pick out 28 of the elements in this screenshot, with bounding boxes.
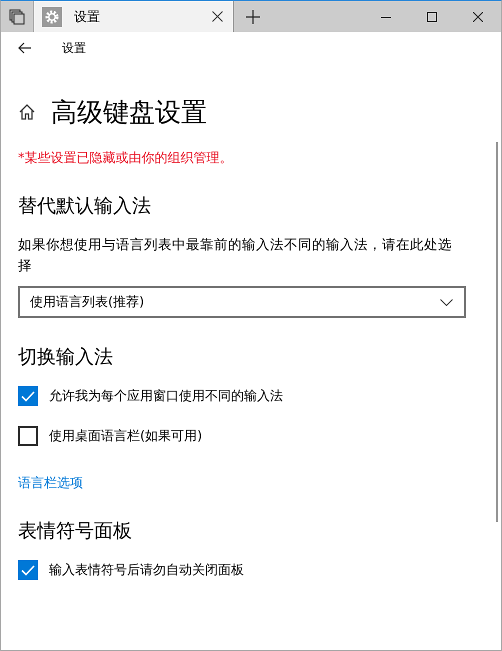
home-icon[interactable] — [18, 103, 36, 121]
notice-text: *某些设置已隐藏或由你的组织管理。 — [18, 150, 234, 167]
checkbox-label: 允许我为每个应用窗口使用不同的输入法 — [49, 388, 283, 405]
close-icon — [473, 12, 483, 22]
maximize-icon — [427, 12, 437, 22]
page-title: 高级键盘设置 — [51, 96, 207, 130]
language-bar-options-link[interactable]: 语言栏选项 — [18, 474, 83, 492]
section-heading: 切换输入法 — [18, 345, 114, 370]
description-text: 如果你想使用与语言列表中最靠前的输入法不同的输入法，请在此处选择 — [18, 236, 453, 276]
checkbox[interactable] — [18, 386, 38, 406]
checkmark-icon — [21, 390, 35, 402]
chevron-down-icon — [440, 298, 453, 306]
back-arrow-icon[interactable] — [18, 42, 32, 54]
close-icon[interactable] — [212, 11, 223, 22]
checkbox-label: 使用桌面语言栏(如果可用) — [49, 428, 202, 445]
tabs-icon — [9, 8, 25, 24]
section-heading: 替代默认输入法 — [18, 194, 152, 219]
gear-icon — [42, 6, 62, 26]
tab-title: 设置 — [74, 8, 101, 26]
settings-tab[interactable]: 设置 — [34, 1, 234, 32]
nav-title: 设置 — [62, 40, 86, 56]
new-tab-icon[interactable] — [246, 10, 260, 24]
dropdown[interactable]: 使用语言列表(推荐) — [18, 286, 466, 318]
checkbox[interactable] — [18, 426, 38, 446]
checkmark-icon — [21, 564, 35, 576]
section-heading: 表情符号面板 — [18, 519, 133, 544]
checkbox-label: 输入表情符号后请勿自动关闭面板 — [49, 562, 244, 579]
checkbox[interactable] — [18, 560, 38, 580]
